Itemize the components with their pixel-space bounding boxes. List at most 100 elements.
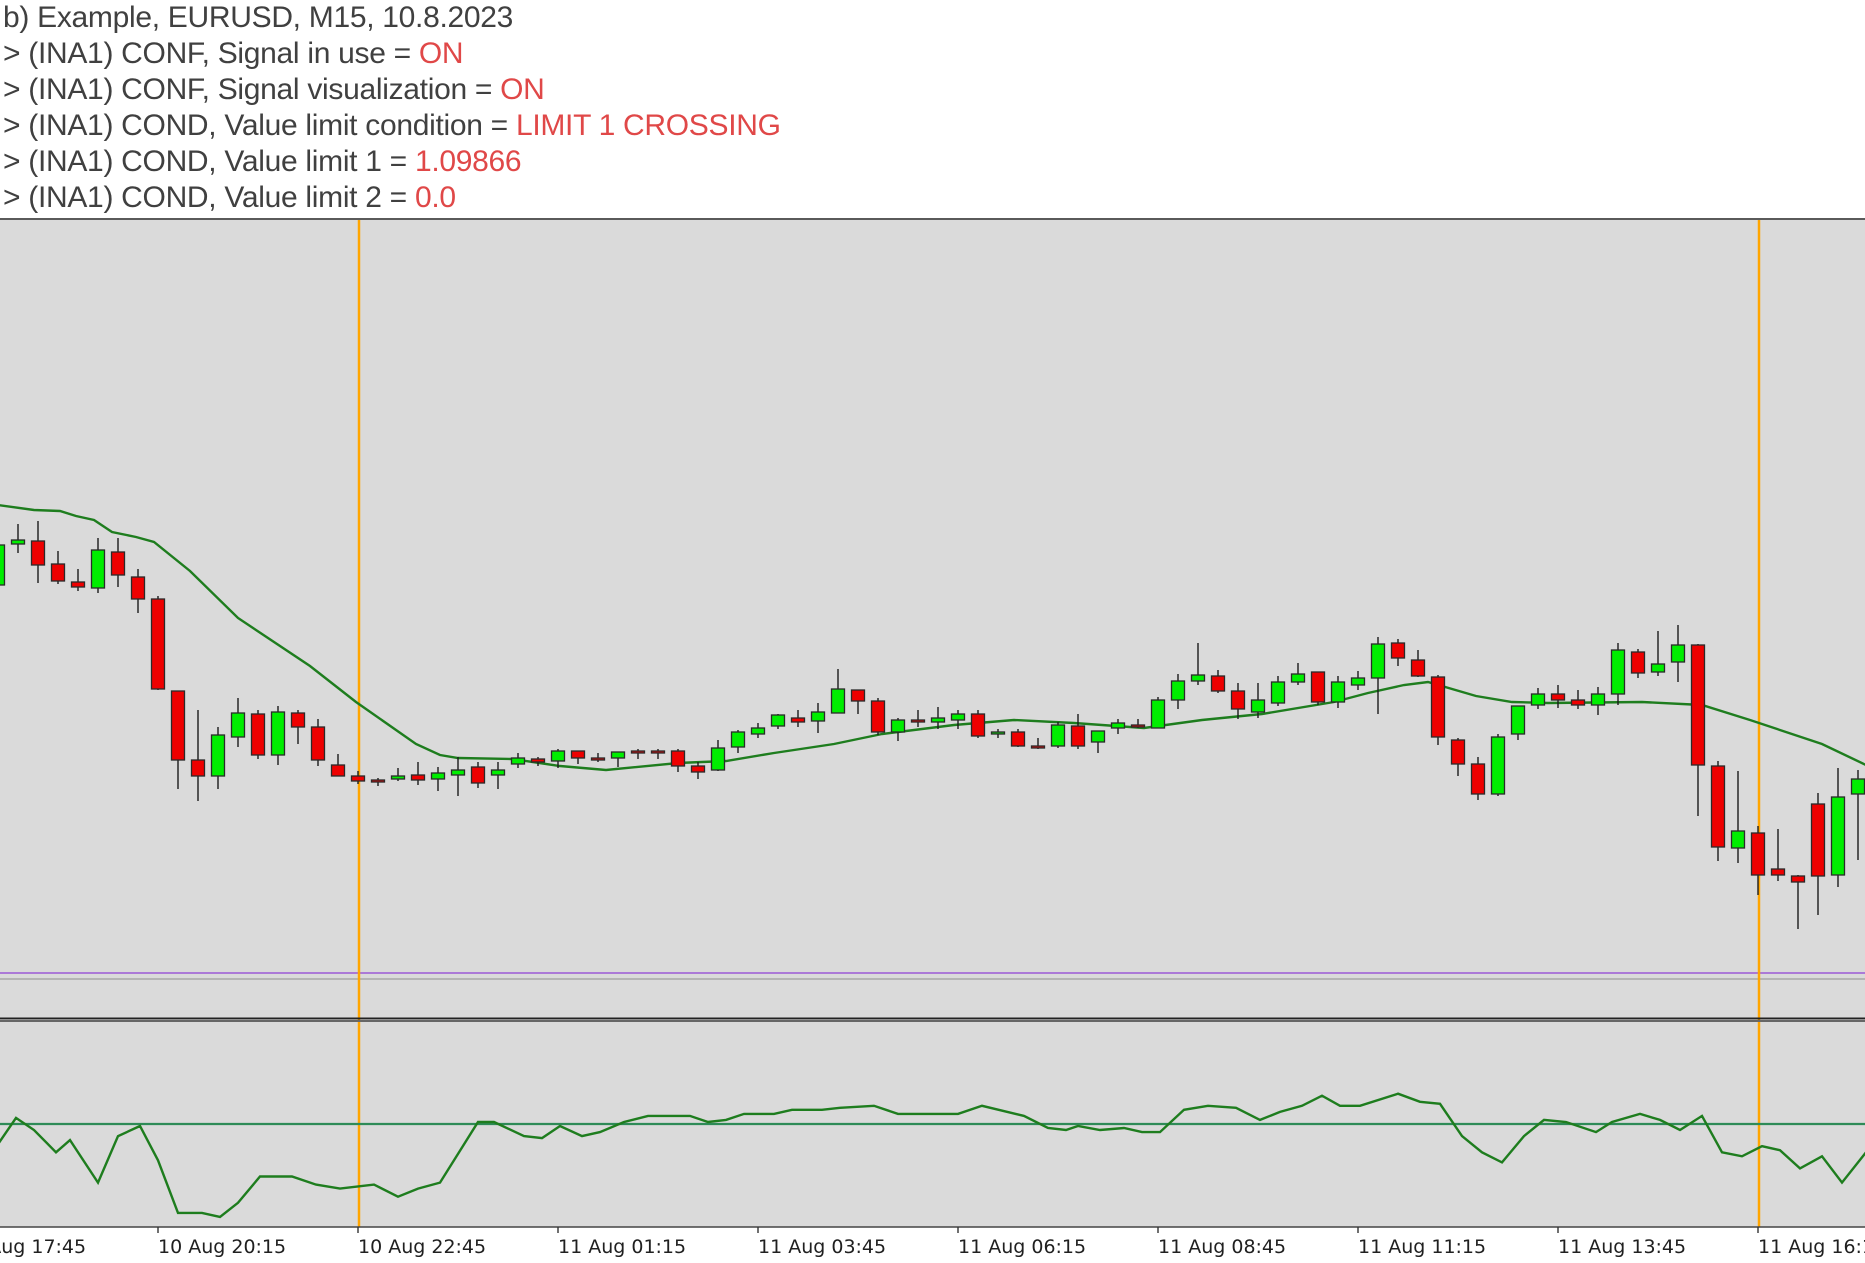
candle-body [1130, 724, 1146, 728]
candle-body [1370, 643, 1386, 679]
candle-body [1510, 705, 1526, 735]
candle-body [1690, 644, 1706, 766]
candle-body [410, 774, 426, 781]
candle-body [1330, 681, 1346, 703]
candle-body [390, 775, 406, 780]
candle [970, 710, 986, 738]
candle-body [650, 750, 666, 754]
candle-body [1170, 680, 1186, 701]
candle-body [450, 769, 466, 776]
time-axis-label: 10 Aug 20:15 [158, 1236, 286, 1258]
candle-body [1030, 745, 1046, 749]
candle-body [0, 544, 6, 586]
candle-body [990, 731, 1006, 735]
candle-body [1810, 803, 1826, 877]
time-axis-label: 10 Aug 22:45 [358, 1236, 486, 1258]
time-axis-label: 11 Aug 13:45 [1558, 1236, 1686, 1258]
candle-body [350, 775, 366, 782]
candle-body [290, 712, 306, 728]
candle-body [1270, 681, 1286, 704]
candle-body [470, 766, 486, 784]
candle-body [930, 717, 946, 723]
candle-body [710, 747, 726, 771]
candle-body [1210, 675, 1226, 692]
candle-body [190, 759, 206, 777]
candle-body [750, 727, 766, 735]
candle [150, 596, 166, 690]
candle-body [530, 758, 546, 763]
candle-body [790, 717, 806, 723]
time-axis-label: 11 Aug 03:45 [758, 1236, 886, 1258]
candle-body [1630, 651, 1646, 674]
candle-body [1290, 673, 1306, 683]
candle-body [1650, 663, 1666, 673]
candle-body [1550, 693, 1566, 701]
candle-body [370, 779, 386, 783]
candle-body [1430, 676, 1446, 738]
candle-body [630, 750, 646, 754]
candle-body [570, 750, 586, 759]
candle-body [870, 700, 886, 733]
candle-body [330, 764, 346, 777]
candle-body [910, 719, 926, 723]
candle-body [310, 726, 326, 761]
candle-body [210, 734, 226, 777]
candle-body [690, 765, 706, 773]
price-chart[interactable]: 10 Aug 17:45 10 Aug 20:15 10 Aug 22:45 11 A… [0, 0, 1865, 1263]
candle-body [250, 713, 266, 756]
candle-body [510, 757, 526, 765]
candle-body [1830, 796, 1846, 876]
candle-body [810, 711, 826, 722]
candle-body [770, 714, 786, 727]
candle [1310, 671, 1326, 705]
candle-body [550, 750, 566, 762]
candle-body [1850, 778, 1865, 795]
candle-body [1530, 693, 1546, 706]
candle-body [130, 576, 146, 600]
candle [0, 544, 6, 586]
candle-body [1150, 699, 1166, 729]
candle-body [70, 581, 86, 588]
candle-body [1390, 642, 1406, 659]
candle [1010, 729, 1026, 747]
candle [1470, 757, 1486, 800]
candle-body [950, 713, 966, 721]
candle-body [1490, 736, 1506, 795]
candle-body [1190, 674, 1206, 682]
candle-body [1790, 875, 1806, 883]
candle-body [30, 540, 46, 566]
candle-body [1310, 671, 1326, 703]
time-axis-label: 11 Aug 08:45 [1158, 1236, 1286, 1258]
time-axis-label: 11 Aug 16:15 [1758, 1236, 1865, 1258]
candle-body [1450, 739, 1466, 765]
candle-body [1470, 763, 1486, 795]
time-axis-label: 11 Aug 01:15 [558, 1236, 686, 1258]
candle-body [1050, 724, 1066, 747]
candle-body [1590, 693, 1606, 706]
candle-body [610, 751, 626, 759]
candle-body [1090, 730, 1106, 743]
candle-body [1610, 649, 1626, 695]
candle-body [50, 563, 66, 582]
candle [250, 710, 266, 759]
candle [1050, 722, 1066, 748]
candle-body [170, 690, 186, 761]
candle [1710, 761, 1726, 861]
candle-body [490, 769, 506, 776]
candle-body [270, 711, 286, 756]
candle-body [1730, 830, 1746, 849]
candle-body [830, 688, 846, 714]
time-axis: 10 Aug 17:45 10 Aug 20:15 10 Aug 22:45 11 A… [0, 1227, 1865, 1258]
candle-body [1110, 722, 1126, 729]
candle [1150, 697, 1166, 729]
candle-body [1410, 659, 1426, 677]
candle-body [1350, 677, 1366, 686]
candle-body [730, 731, 746, 748]
candle-body [150, 598, 166, 690]
candle-body [1230, 690, 1246, 710]
candle [870, 698, 886, 735]
candle-body [90, 549, 106, 589]
candle-body [10, 539, 26, 545]
time-axis-label: 11 Aug 06:15 [958, 1236, 1086, 1258]
candle-body [230, 712, 246, 738]
